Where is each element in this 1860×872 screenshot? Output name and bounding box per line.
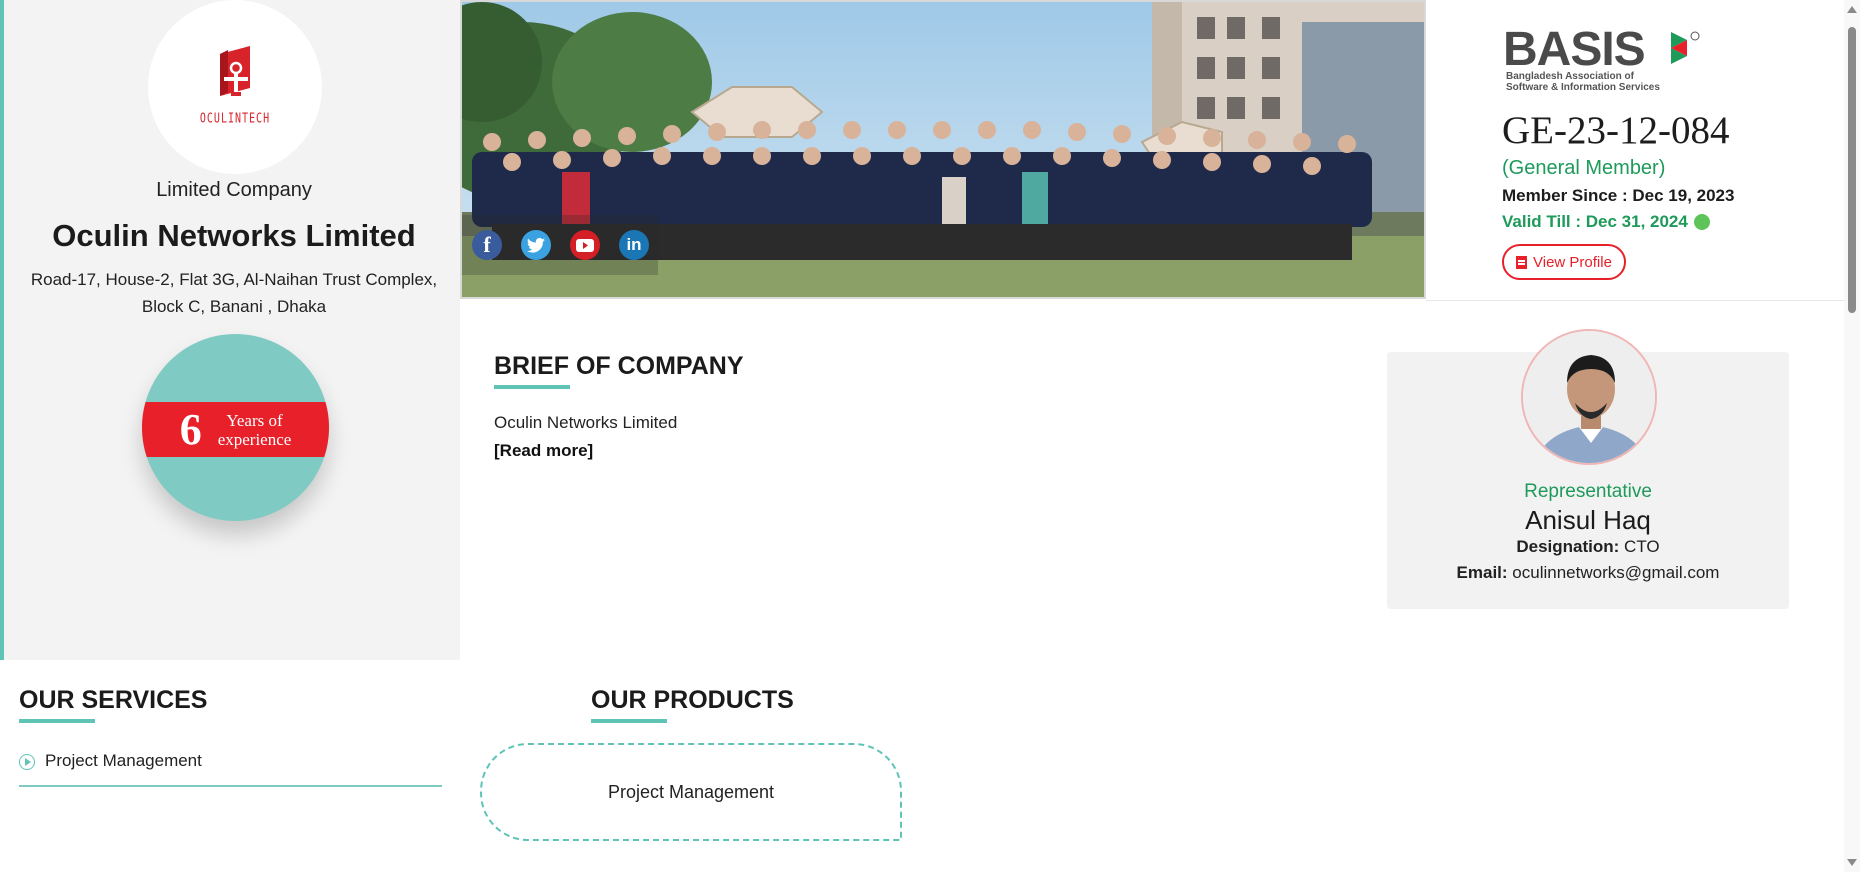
scroll-down-arrow-icon[interactable] — [1847, 859, 1857, 866]
youtube-icon[interactable] — [570, 230, 600, 260]
representative-designation: Designation: CTO — [1387, 537, 1789, 557]
experience-badge: 6 Years of experience — [142, 334, 329, 521]
representative-role: Representative — [1524, 481, 1652, 502]
address-line-2: Block C, Banani , Dhaka — [141, 297, 327, 316]
play-circle-icon — [19, 754, 35, 770]
service-item[interactable]: Project Management — [19, 751, 442, 787]
member-id: GE-23-12-084 — [1502, 109, 1730, 152]
designation-label: Designation: — [1516, 537, 1620, 556]
experience-label: Years of experience — [218, 411, 292, 449]
experience-label-line-2: experience — [217, 429, 292, 449]
experience-band: 6 Years of experience — [142, 402, 329, 457]
services-title: OUR SERVICES — [19, 686, 208, 714]
basis-subtitle-line-2: Software & Information Services — [1506, 82, 1660, 93]
twitter-icon[interactable] — [521, 230, 551, 260]
brief-text: Oculin Networks Limited — [494, 413, 678, 432]
scroll-up-arrow-icon[interactable] — [1847, 6, 1857, 13]
products-title: OUR PRODUCTS — [591, 686, 794, 714]
representative-email: Email: oculinnetworks@gmail.com — [1387, 563, 1789, 583]
scrollbar-thumb[interactable] — [1848, 27, 1856, 313]
email-label: Email: — [1456, 563, 1508, 582]
services-title-underline — [19, 719, 95, 723]
company-profile-page: OCULINTECH Limited Company Oculin Networ… — [0, 0, 1860, 872]
company-type: Limited Company — [156, 179, 312, 201]
basis-flag-icon — [1671, 31, 1700, 64]
address-line-1: Road-17, House-2, Flat 3G, Al-Naihan Tru… — [30, 270, 438, 289]
valid-till-text: Valid Till : Dec 31, 2024 — [1502, 212, 1688, 231]
valid-till: Valid Till : Dec 31, 2024 — [1502, 212, 1710, 232]
company-address: Road-17, House-2, Flat 3G, Al-Naihan Tru… — [18, 266, 450, 320]
page-scrollbar[interactable] — [1844, 0, 1860, 872]
key-icon — [220, 45, 250, 96]
email-value[interactable]: oculinnetworks@gmail.com — [1512, 563, 1719, 582]
basis-logo-subtitle: Bangladesh Association of Software & Inf… — [1506, 71, 1660, 93]
member-since: Member Since : Dec 19, 2023 — [1502, 186, 1735, 205]
experience-years: 6 — [179, 405, 202, 454]
company-sidebar: OCULINTECH Limited Company Oculin Networ… — [0, 0, 460, 660]
representative-avatar — [1521, 329, 1657, 465]
status-dot-icon — [1693, 214, 1710, 230]
view-profile-label: View Profile — [1533, 253, 1612, 271]
divider — [1426, 300, 1846, 301]
social-links: f in — [462, 215, 658, 275]
avatar-image — [1523, 331, 1655, 463]
basis-logo-word: BASIS — [1503, 23, 1646, 76]
service-item-label: Project Management — [45, 751, 202, 770]
pdf-icon — [1516, 255, 1527, 269]
basis-subtitle-line-1: Bangladesh Association of — [1506, 71, 1634, 82]
basis-logo: BASIS Bangladesh Association of Software… — [1503, 23, 1703, 96]
company-name: Oculin Networks Limited — [52, 218, 416, 253]
view-profile-button[interactable]: View Profile — [1502, 244, 1626, 280]
representative-name: Anisul Haq — [1525, 505, 1651, 535]
company-logo: OCULINTECH — [148, 0, 322, 174]
logo-wordmark: OCULINTECH — [199, 111, 271, 127]
designation-value: CTO — [1624, 537, 1660, 556]
brief-title: BRIEF OF COMPANY — [494, 352, 744, 380]
read-more-link[interactable]: [Read more] — [494, 441, 593, 461]
member-type: (General Member) — [1502, 157, 1666, 179]
brief-title-underline — [494, 385, 570, 389]
team-banner-photo: f in — [460, 0, 1426, 299]
experience-label-line-1: Years of — [226, 410, 283, 430]
products-title-underline — [591, 719, 667, 723]
linkedin-icon[interactable]: in — [619, 230, 649, 260]
facebook-icon[interactable]: f — [472, 230, 502, 260]
product-card[interactable]: Project Management — [480, 743, 902, 841]
product-card-label: Project Management — [607, 781, 775, 802]
